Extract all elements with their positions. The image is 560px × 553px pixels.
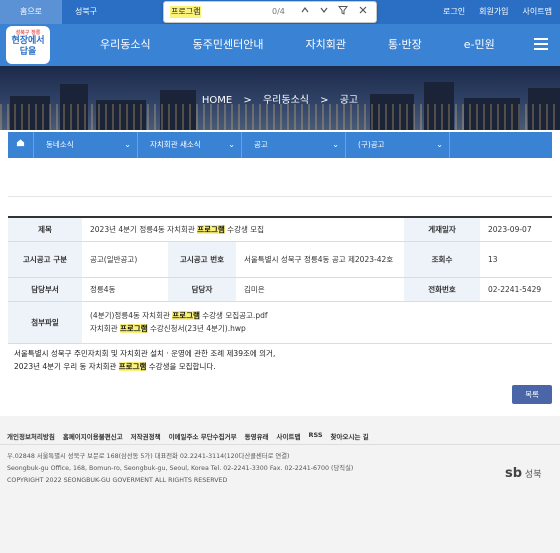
menu-burger-icon[interactable] [534, 38, 548, 50]
views-value: 13 [480, 241, 552, 278]
dropdown-old-notice[interactable]: (구)공고 ⌄ [346, 132, 450, 158]
notice-detail-table: 제목 2023년 4분기 정릉4동 자치회관 프로그램 수강생 모집 게재일자 … [8, 216, 552, 344]
dropdown-news[interactable]: 동네소식 ⌄ [34, 132, 138, 158]
date-label: 게재일자 [404, 216, 480, 242]
login-link[interactable]: 로그인 [443, 0, 465, 24]
footer-link-privacy[interactable]: 개인정보처리방침 [7, 431, 55, 441]
breadcrumb-home[interactable]: HOME [202, 95, 232, 106]
top-tabs: 홈으로 성북구청 [0, 0, 110, 40]
footer-link-sitemap[interactable]: 사이트맵 [277, 431, 301, 441]
sitemap-link[interactable]: 사이트맵 [523, 0, 552, 24]
footer-link-directions[interactable]: 찾아오시는 길 [331, 431, 369, 441]
footer-link-copyright[interactable]: 저작권정책 [131, 431, 161, 441]
menu-news[interactable]: 우리동소식 [100, 24, 151, 66]
title-label: 제목 [8, 216, 82, 242]
chevron-down-icon: ⌄ [228, 140, 235, 149]
chevron-down-icon[interactable] [317, 5, 331, 19]
breadcrumb-notice[interactable]: 공고 [340, 95, 358, 106]
notice-body: 서울특별시 성북구 주민자치회 및 자치회관 설치 · 운영에 관한 조례 제3… [14, 349, 276, 371]
chevron-down-icon: ⌄ [436, 140, 443, 149]
attachment-link-pdf[interactable]: (4분기)정릉4동 자치회관 프로그램 수강생 모집공고.pdf [90, 309, 544, 322]
chevron-down-icon: ⌄ [124, 140, 131, 149]
attachment-link-hwp[interactable]: 자치회관 프로그램 수강신청서(23년 4분기).hwp [90, 322, 544, 335]
menu-tong-ban[interactable]: 통·반장 [388, 24, 422, 66]
attachments: (4분기)정릉4동 자치회관 프로그램 수강생 모집공고.pdf 자치회관 프로… [82, 301, 552, 344]
chevron-up-icon[interactable] [298, 5, 312, 19]
phone-label: 전화번호 [404, 277, 480, 302]
signup-link[interactable]: 회원가입 [479, 0, 508, 24]
home-tab[interactable]: 홈으로 [0, 0, 62, 24]
dropdown-hall-news[interactable]: 자치회관 새소식 ⌄ [138, 132, 242, 158]
find-bar: 프로그램 0/4 [163, 1, 377, 23]
main-menu: 우리동소식 동주민센터안내 자치회관 통·반장 e-민원 [100, 24, 537, 66]
close-icon[interactable] [356, 5, 370, 19]
menu-e-minwon[interactable]: e-민원 [464, 24, 495, 66]
chevron-down-icon: ⌄ [332, 140, 339, 149]
find-count: 0/4 [272, 7, 285, 16]
site-logo[interactable]: 성북구 정릉 현장에서 답을 [6, 26, 50, 64]
dept-value: 정릉4동 [82, 277, 168, 302]
footer: 개인정보처리방침 홈페이지이용불편신고 저작권정책 이메일주소 무단수집거부 동… [0, 416, 560, 553]
footer-link-email[interactable]: 이메일주소 무단수집거부 [169, 431, 237, 441]
hero-banner: HOME > 우리동소식 > 공고 [0, 66, 560, 130]
footer-link-origin[interactable]: 동영유래 [245, 431, 269, 441]
attach-label: 첨부파일 [8, 301, 82, 344]
person-label: 담당자 [168, 277, 236, 302]
views-label: 조회수 [404, 241, 480, 278]
number-value: 서울특별시 성북구 정릉4동 공고 제2023-42호 [236, 241, 404, 278]
table-row: 첨부파일 (4분기)정릉4동 자치회관 프로그램 수강생 모집공고.pdf 자치… [8, 301, 552, 344]
footer-address: 우.02848 서울특별시 성북구 보문로 168(삼선동 5가) 대표전화 0… [7, 453, 354, 484]
type-label: 고시공고 구분 [8, 241, 82, 278]
person-value: 김미은 [236, 277, 404, 302]
gu-office-tab[interactable]: 성북구청 [62, 0, 110, 40]
breadcrumb-news[interactable]: 우리동소식 [263, 95, 309, 106]
dropdown-notice[interactable]: 공고 ⌄ [242, 132, 346, 158]
table-row: 고시공고 구분 공고(일반공고) 고시공고 번호 서울특별시 성북구 정릉4동 … [8, 241, 552, 278]
table-row: 제목 2023년 4분기 정릉4동 자치회관 프로그램 수강생 모집 게재일자 … [8, 216, 552, 242]
list-button[interactable]: 목록 [512, 385, 552, 404]
dept-label: 담당부서 [8, 277, 82, 302]
filter-icon[interactable] [336, 5, 350, 19]
type-value: 공고(일반공고) [82, 241, 168, 278]
notice-title: 2023년 4분기 정릉4동 자치회관 프로그램 수강생 모집 [82, 216, 404, 242]
phone-value: 02-2241-5429 [480, 277, 552, 302]
menu-community-hall[interactable]: 자치회관 [305, 24, 345, 66]
top-right-links: 로그인 회원가입 사이트맵 [443, 0, 552, 24]
divider [8, 196, 552, 197]
find-input[interactable]: 프로그램 [170, 6, 202, 18]
sub-nav: 동네소식 ⌄ 자치회관 새소식 ⌄ 공고 ⌄ (구)공고 ⌄ [8, 132, 552, 158]
footer-links: 개인정보처리방침 홈페이지이용불편신고 저작권정책 이메일주소 무단수집거부 동… [7, 431, 369, 441]
table-row: 담당부서 정릉4동 담당자 김미은 전화번호 02-2241-5429 [8, 277, 552, 302]
number-label: 고시공고 번호 [168, 241, 236, 278]
breadcrumb: HOME > 우리동소식 > 공고 [201, 95, 359, 106]
home-icon[interactable] [8, 132, 34, 158]
menu-center-info[interactable]: 동주민센터안내 [193, 24, 264, 66]
footer-link-report[interactable]: 홈페이지이용불편신고 [63, 431, 123, 441]
main-nav: 우리동소식 동주민센터안내 자치회관 통·반장 e-민원 [0, 24, 560, 66]
footer-link-rss[interactable]: RSS [308, 431, 322, 441]
footer-logo: sb 성북 [505, 466, 542, 481]
date-value: 2023-09-07 [480, 216, 552, 242]
